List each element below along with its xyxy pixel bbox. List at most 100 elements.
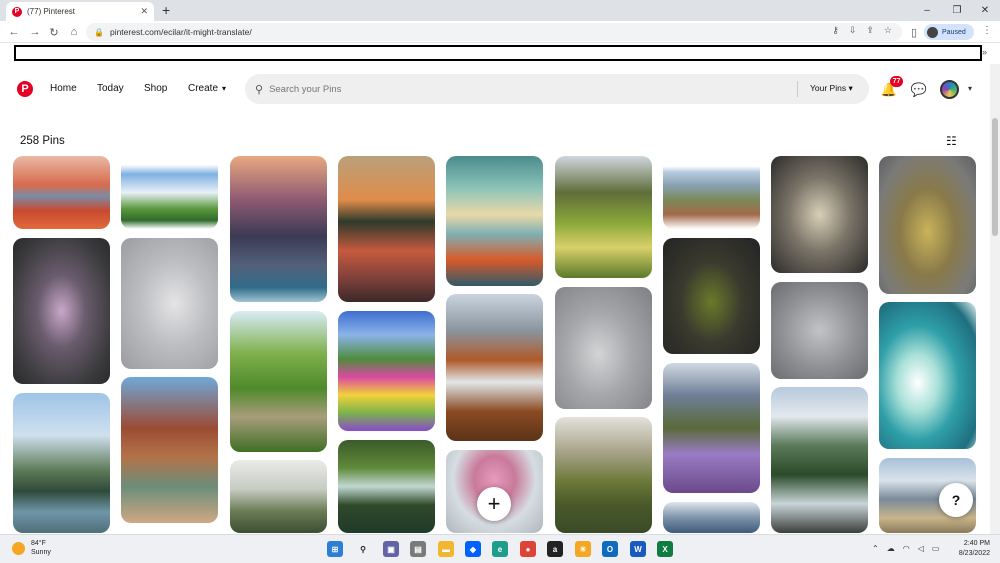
pin-count: 258 Pins xyxy=(20,135,65,147)
battery-icon[interactable]: ▭ xyxy=(932,544,940,553)
scrollbar-thumb[interactable] xyxy=(992,118,998,236)
chevron-down-icon: ▾ xyxy=(222,84,227,93)
weather-desc: Sunny xyxy=(31,549,51,556)
weather-app-icon[interactable]: ☀ xyxy=(575,541,591,557)
pinterest-header: P Home Today Shop Create▾ ⚲ Your Pins ▾ … xyxy=(0,64,990,116)
excel-icon[interactable]: X xyxy=(657,541,673,557)
browser-tab-bar: P (77) Pinterest ✕ + – ❐ ✕ xyxy=(0,0,1000,21)
pin-dancer-leaping-grey[interactable] xyxy=(771,282,868,379)
redacted-bookmarks xyxy=(14,45,982,61)
pin-dancer-grey-backdrop[interactable] xyxy=(555,287,652,409)
pin-green-valley-light[interactable] xyxy=(555,156,652,278)
sun-icon xyxy=(12,541,25,555)
profile-avatar xyxy=(927,26,938,38)
profile-chip[interactable]: Paused xyxy=(924,24,974,40)
weather-widget[interactable]: 84°F Sunny xyxy=(12,539,51,557)
more-bookmarks-icon[interactable]: » xyxy=(982,47,987,57)
taskbar-clock[interactable]: 2:40 PM 8/23/2022 xyxy=(950,539,990,559)
maximize-button[interactable]: ❐ xyxy=(942,0,972,21)
minimize-button[interactable]: – xyxy=(912,0,942,21)
browser-tab-pinterest[interactable]: P (77) Pinterest ✕ xyxy=(6,2,154,21)
pin-sky-clouds-top[interactable] xyxy=(663,502,760,533)
search-input[interactable] xyxy=(269,83,790,95)
amazon-icon[interactable]: a xyxy=(547,541,563,557)
add-pin-button[interactable]: + xyxy=(477,487,511,521)
home-icon[interactable]: ⌂ xyxy=(66,24,82,40)
pin-purple-heather-hills[interactable] xyxy=(663,363,760,493)
user-avatar[interactable] xyxy=(940,80,959,99)
reload-icon[interactable]: ↻ xyxy=(46,24,62,40)
pin-dancer-golden-silk[interactable] xyxy=(879,156,976,294)
pin-teal-storm-clouds[interactable] xyxy=(446,156,543,286)
task-view-icon[interactable]: ▤ xyxy=(410,541,426,557)
outlook-icon[interactable]: O xyxy=(602,541,618,557)
pin-mountain-lake-forest[interactable] xyxy=(13,393,110,533)
url-text: pinterest.com/ecilar/it-might-translate/ xyxy=(109,27,252,37)
side-panel-icon[interactable]: ▯ xyxy=(906,24,922,40)
tab-title: (77) Pinterest xyxy=(27,7,76,16)
search-bar[interactable]: ⚲ Your Pins ▾ xyxy=(245,74,869,104)
back-arrow-icon[interactable]: ← xyxy=(6,24,22,40)
your-pins-filter[interactable]: Your Pins ▾ xyxy=(810,83,853,94)
pin-dancer-green-dress[interactable] xyxy=(663,238,760,354)
pin-waterfall-autumn-peaks[interactable] xyxy=(446,294,543,441)
chevron-up-icon[interactable]: ⌃ xyxy=(872,544,879,553)
pin-alpine-river-pines[interactable] xyxy=(771,387,868,533)
close-window-button[interactable]: ✕ xyxy=(970,0,1000,21)
clock-time: 2:40 PM xyxy=(963,540,990,547)
install-icon[interactable]: ⇩ xyxy=(849,25,857,36)
weather-temp: 84°F xyxy=(31,540,46,547)
search-icon: ⚲ xyxy=(255,83,264,96)
edge-browser-icon[interactable]: e xyxy=(492,541,508,557)
pin-green-fields-clouds[interactable] xyxy=(121,156,218,229)
search-divider xyxy=(797,81,798,97)
pin-sunset-clouds-sea[interactable] xyxy=(230,156,327,302)
new-tab-button[interactable]: + xyxy=(162,2,170,18)
pin-red-desert-lake[interactable] xyxy=(13,156,110,229)
account-chevron-down-icon[interactable]: ▾ xyxy=(968,84,972,93)
pinterest-logo-icon[interactable]: P xyxy=(17,81,33,97)
key-icon[interactable]: ⚷ xyxy=(832,25,839,36)
bookmark-bar: » xyxy=(0,43,1000,64)
teams-chat-icon[interactable]: ▣ xyxy=(383,541,399,557)
lock-icon: 🔒 xyxy=(94,27,104,37)
close-tab-icon[interactable]: ✕ xyxy=(140,6,148,17)
filter-settings-icon[interactable]: ☷ xyxy=(946,134,957,148)
pin-heather-plains[interactable] xyxy=(663,156,760,229)
nav-create[interactable]: Create ▾ xyxy=(188,83,226,94)
address-bar-row: ← → ↻ ⌂ 🔒 pinterest.com/ecilar/it-might-… xyxy=(0,21,1000,43)
bookmark-star-icon[interactable]: ☆ xyxy=(884,25,892,36)
browser-menu-icon[interactable]: ⋮ xyxy=(982,25,992,36)
system-tray: ⌃ ☁ ◠ ◁ ▭ xyxy=(872,544,939,553)
help-button[interactable]: ? xyxy=(939,483,973,517)
forward-arrow-icon[interactable]: → xyxy=(27,24,43,40)
chrome-browser-icon[interactable]: ● xyxy=(520,541,536,557)
pin-island-sunset-reflection[interactable] xyxy=(338,156,435,302)
start-windows-icon[interactable]: ⊞ xyxy=(327,541,343,557)
pin-teal-ocean-wave[interactable] xyxy=(879,302,976,449)
pin-canyon-river-trees[interactable] xyxy=(121,377,218,523)
nav-today[interactable]: Today xyxy=(97,83,124,94)
profile-status: Paused xyxy=(942,28,966,36)
dropbox-icon[interactable]: ◆ xyxy=(465,541,481,557)
volume-icon[interactable]: ◁ xyxy=(918,544,924,553)
share-icon[interactable]: ⇪ xyxy=(866,25,874,36)
pin-mossy-river-valley[interactable] xyxy=(555,417,652,533)
pin-dancer-purple-gown[interactable] xyxy=(13,238,110,384)
url-omnibox[interactable]: 🔒 pinterest.com/ecilar/it-might-translat… xyxy=(86,23,902,41)
search-taskbar-icon[interactable]: ⚲ xyxy=(355,541,371,557)
notification-badge: 77 xyxy=(890,76,903,87)
word-icon[interactable]: W xyxy=(630,541,646,557)
messages-icon[interactable]: 💬 xyxy=(911,82,927,98)
pin-forest-waterfall[interactable] xyxy=(338,440,435,533)
cloud-icon[interactable]: ☁ xyxy=(887,544,895,553)
wifi-icon[interactable]: ◠ xyxy=(903,544,910,553)
file-explorer-icon[interactable]: ▬ xyxy=(438,541,454,557)
pin-dancer-cream-gown[interactable] xyxy=(771,156,868,273)
pin-dancer-white-fabric[interactable] xyxy=(121,238,218,369)
nav-home[interactable]: Home xyxy=(50,83,77,94)
nav-shop[interactable]: Shop xyxy=(144,83,167,94)
pin-flower-meadow-sea[interactable] xyxy=(338,311,435,431)
pin-misty-village[interactable] xyxy=(230,460,327,533)
pin-stone-wall-path[interactable] xyxy=(230,311,327,452)
